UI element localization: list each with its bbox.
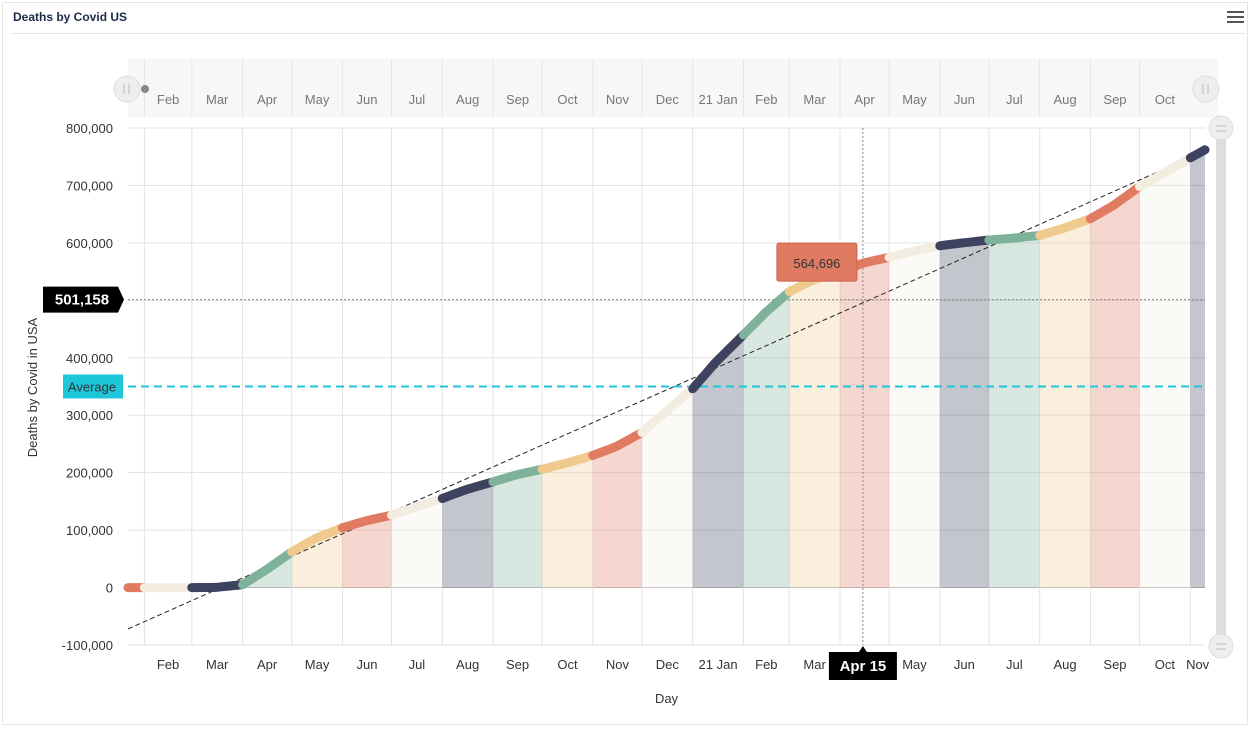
navigator-right-handle[interactable] <box>1192 75 1220 103</box>
scrollbar-bottom-handle <box>1208 633 1234 659</box>
month-area <box>1139 157 1191 588</box>
area-fills <box>191 149 1205 588</box>
month-area <box>1190 149 1205 588</box>
x-tick-label: Apr <box>257 657 278 672</box>
navigator-label: Apr <box>854 92 875 107</box>
y-tick-label: 400,000 <box>66 351 113 366</box>
x-tick-label: Dec <box>656 657 680 672</box>
x-tick-label: Mar <box>206 657 229 672</box>
x-tick-label: Nov <box>606 657 630 672</box>
navigator-label: Mar <box>206 92 229 107</box>
navigator-label: May <box>902 92 927 107</box>
y-tick-label: 600,000 <box>66 236 113 251</box>
navigator-label: Dec <box>656 92 680 107</box>
navigator-label: Feb <box>755 92 777 107</box>
navigator-label: Nov <box>606 92 630 107</box>
vertical-scrollbar[interactable] <box>1208 115 1234 659</box>
month-area <box>1039 218 1091 588</box>
x-tick-label: 21 Jan <box>699 657 738 672</box>
x-tick-label: Jul <box>409 657 426 672</box>
x-tick-label: Sep <box>1103 657 1126 672</box>
month-area <box>789 271 840 588</box>
month-area <box>743 291 790 588</box>
y-tick-label: 300,000 <box>66 408 113 423</box>
average-label: Average <box>68 380 116 395</box>
x-tick-label: Jul <box>1006 657 1023 672</box>
scrollbar-track <box>1216 128 1226 646</box>
series-segment <box>187 580 248 593</box>
x-tick-label: Sep <box>506 657 529 672</box>
x-axis-title: Day <box>655 691 679 706</box>
navigator-label: Sep <box>506 92 529 107</box>
handle-circle <box>1192 75 1220 103</box>
x-tick-label: Oct <box>1155 657 1176 672</box>
x-tick-label: Feb <box>157 657 179 672</box>
navigator-label: 21 Jan <box>699 92 738 107</box>
navigator-label: Oct <box>557 92 578 107</box>
chart-svg: -100,0000100,000200,000300,000400,000500… <box>25 59 1234 706</box>
navigator-label: Jul <box>409 92 426 107</box>
series-segment <box>984 230 1045 245</box>
navigator-label: Sep <box>1103 92 1126 107</box>
y-axis-title: Deaths by Covid in USA <box>25 317 40 457</box>
series-segment <box>935 235 994 251</box>
x-tick-label: Aug <box>456 657 479 672</box>
y-tick-label: 700,000 <box>66 178 113 193</box>
navigator-label: Aug <box>1053 92 1076 107</box>
month-area <box>939 240 989 588</box>
handle-dot <box>141 85 149 93</box>
crosshair-y-label: 501,158 <box>55 292 109 309</box>
y-tick-label: 800,000 <box>66 121 113 136</box>
handle-circle <box>113 75 141 103</box>
navigator-label: Jun <box>356 92 377 107</box>
x-tick-label: Mar <box>803 657 826 672</box>
x-tick-label: Nov <box>1186 657 1210 672</box>
navigator: Feb Mar Apr May Jun Jul Aug Sep Oct Nov Dec 21 Jan F… <box>113 59 1220 117</box>
x-tick-label: Jun <box>954 657 975 672</box>
navigator-label: Feb <box>157 92 179 107</box>
y-tick-label: -100,000 <box>62 638 113 653</box>
navigator-label: Apr <box>257 92 278 107</box>
month-area <box>840 257 890 588</box>
month-area <box>988 235 1040 588</box>
y-tick-label: 0 <box>106 581 113 596</box>
month-area <box>692 334 744 588</box>
tooltip-value: 564,696 <box>793 256 840 271</box>
navigator-label: May <box>305 92 330 107</box>
month-area <box>542 455 593 588</box>
navigator-left-handle[interactable] <box>113 75 141 103</box>
x-axis: Feb Mar Apr May Jun Jul Aug Sep Oct Nov Dec 21 Jan F… <box>157 657 1210 672</box>
navigator-label: Oct <box>1155 92 1176 107</box>
y-tick-label: 100,000 <box>66 523 113 538</box>
x-tick-label: May <box>305 657 330 672</box>
x-tick-label: Oct <box>557 657 578 672</box>
month-area <box>889 245 940 588</box>
month-area <box>493 469 543 588</box>
navigator-label: Jun <box>954 92 975 107</box>
x-tick-label: Aug <box>1053 657 1076 672</box>
navigator-label: Mar <box>803 92 826 107</box>
month-area <box>641 388 693 588</box>
navigator-label: Jul <box>1006 92 1023 107</box>
y-tick-label: 200,000 <box>66 466 113 481</box>
crosshair-x-label: Apr 15 <box>840 658 887 675</box>
x-tick-label: Feb <box>755 657 777 672</box>
navigator-label: Aug <box>456 92 479 107</box>
x-tick-label: May <box>902 657 927 672</box>
x-tick-label: Jun <box>356 657 377 672</box>
scrollbar-top-handle <box>1208 115 1234 141</box>
